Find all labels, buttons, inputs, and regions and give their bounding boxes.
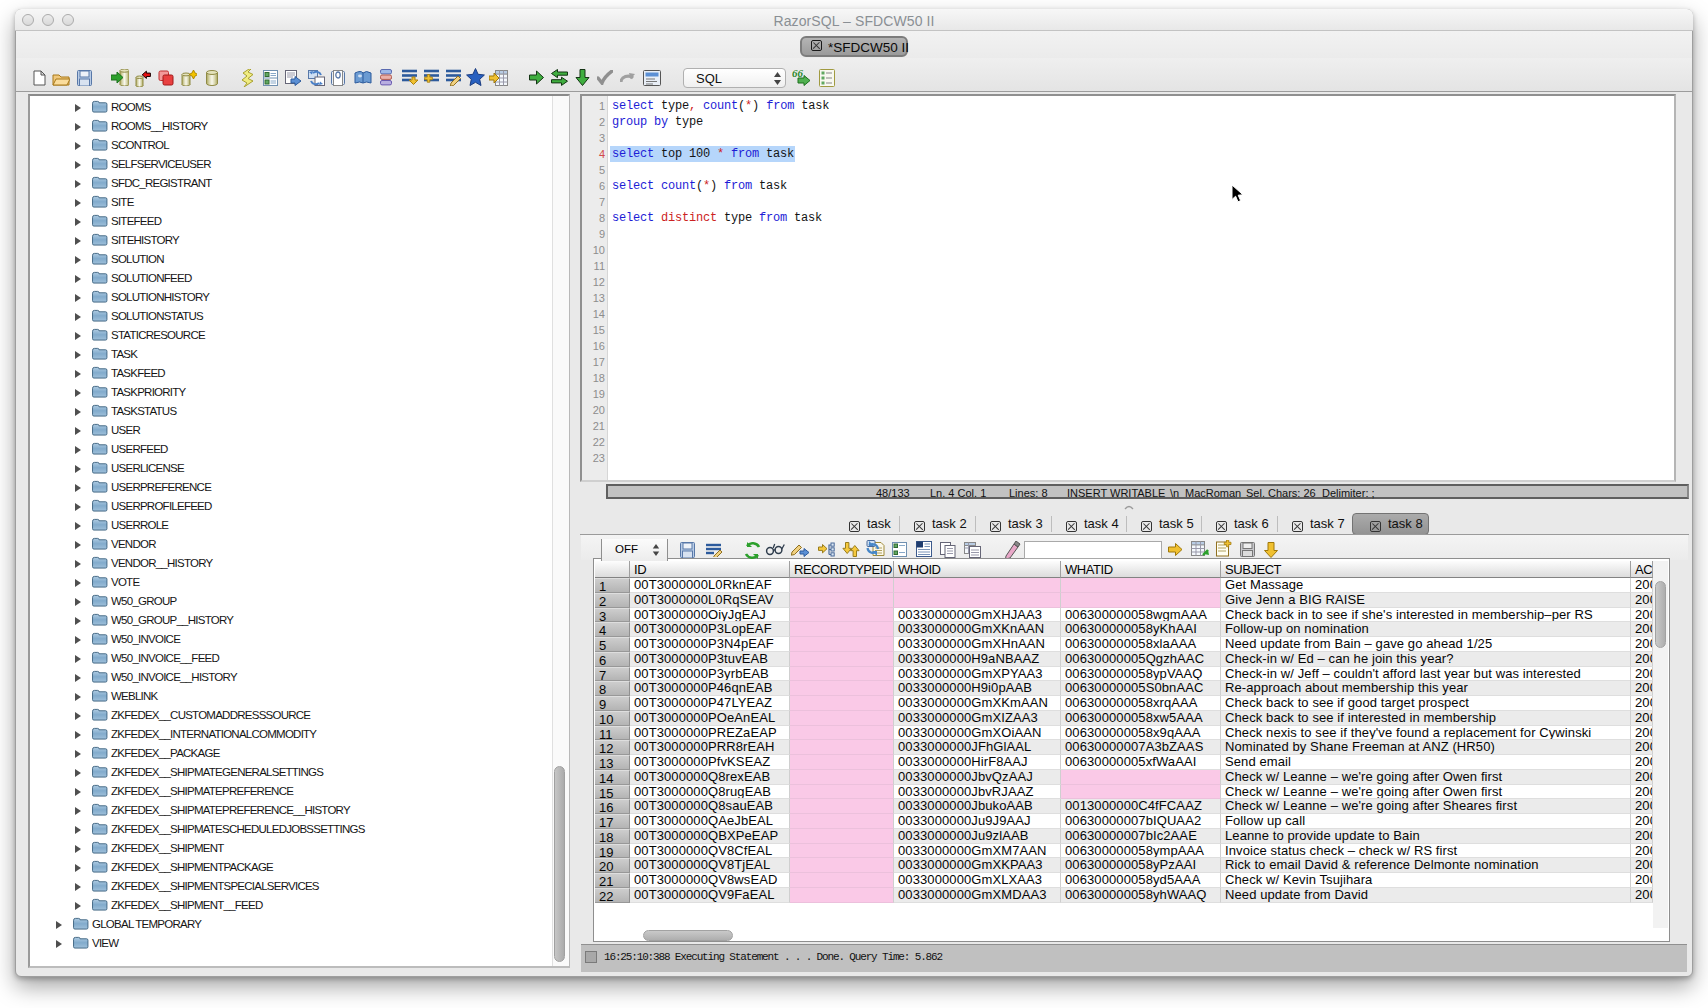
svg-text:66: 66 xyxy=(792,68,804,79)
